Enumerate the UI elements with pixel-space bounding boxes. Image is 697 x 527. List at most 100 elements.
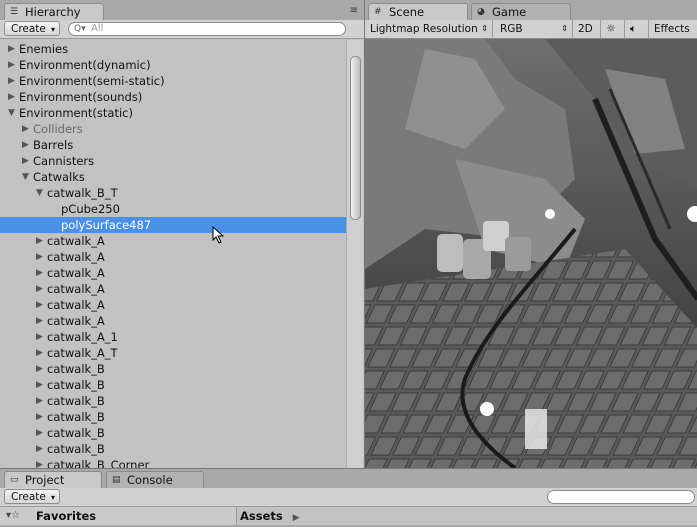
tab-scene[interactable]: # Scene	[368, 3, 468, 20]
hierarchy-tabstrip: ☰ Hierarchy ≡	[0, 0, 364, 21]
tree-item-label: Environment(semi-static)	[19, 74, 165, 88]
tree-item[interactable]: ▶ catwalk_B	[0, 425, 346, 441]
collapse-arrow-icon[interactable]: ▶	[36, 313, 46, 329]
tree-item[interactable]: ▶ catwalk_B	[0, 409, 346, 425]
tree-item[interactable]: ▶ Enemies	[0, 41, 346, 57]
tree-item-label: catwalk_B	[47, 378, 105, 392]
tree-item-label: Enemies	[19, 42, 69, 56]
collapse-arrow-icon[interactable]: ▶	[36, 265, 46, 281]
collapse-arrow-icon[interactable]: ▶	[36, 249, 46, 265]
tab-project[interactable]: ▭ Project	[4, 471, 102, 488]
scene-viewport[interactable]	[365, 39, 697, 468]
tree-item-label: pCube250	[61, 202, 120, 216]
tree-item[interactable]: ▼ catwalk_B_T	[0, 185, 346, 201]
tree-item[interactable]: ▼ Environment(static)	[0, 105, 346, 121]
pacman-icon: ◕	[477, 7, 485, 17]
tree-item[interactable]: ▶ Colliders	[0, 121, 346, 137]
tree-item[interactable]: ▶ catwalk_A	[0, 233, 346, 249]
scene-tabstrip: # Scene ◕ Game	[365, 0, 697, 21]
color-mode-dropdown[interactable]: RGB ⇕	[495, 20, 573, 38]
collapse-arrow-icon[interactable]: ▶	[36, 441, 46, 457]
tree-item-label: catwalk_B	[47, 442, 105, 456]
tree-item-label: Catwalks	[33, 170, 85, 184]
collapse-arrow-icon[interactable]: ▶	[8, 73, 18, 89]
render-mode-dropdown[interactable]: Lightmap Resolution ⇕	[365, 20, 493, 38]
tree-item[interactable]: ▶ Cannisters	[0, 153, 346, 169]
expand-arrow-icon[interactable]: ▼	[22, 169, 32, 185]
tab-scene-label: Scene	[389, 5, 425, 19]
tree-item[interactable]: ▶ Barrels	[0, 137, 346, 153]
tree-item[interactable]: ▶ catwalk_A_T	[0, 345, 346, 361]
tree-item-label: catwalk_A	[47, 250, 105, 264]
tree-item[interactable]: ▶ catwalk_A	[0, 281, 346, 297]
effects-button[interactable]: Effects	[649, 20, 697, 38]
tree-item-label: Cannisters	[33, 154, 95, 168]
tree-item-label: catwalk_A_1	[47, 330, 118, 344]
tree-item[interactable]: ▶ Environment(sounds)	[0, 89, 346, 105]
project-content: ▾☆ Favorites Assets ▶	[0, 507, 697, 525]
tree-item-label: catwalk_A	[47, 234, 105, 248]
collapse-arrow-icon[interactable]: ▶	[22, 121, 32, 137]
scene-panel: # Scene ◕ Game Lightmap Resolution ⇕ RGB…	[364, 0, 697, 468]
tab-console[interactable]: ▤ Console	[106, 471, 204, 488]
project-create-button[interactable]: Create	[4, 489, 60, 505]
project-search-input[interactable]	[547, 490, 695, 504]
tree-item[interactable]: ▶ catwalk_B	[0, 393, 346, 409]
tree-item[interactable]: ▶ catwalk_B	[0, 441, 346, 457]
collapse-arrow-icon[interactable]: ▶	[36, 393, 46, 409]
menu-icon[interactable]: ≡	[350, 5, 358, 16]
toggle-2d-button[interactable]: 2D	[573, 20, 601, 38]
tree-item[interactable]: ▶ catwalk_B	[0, 361, 346, 377]
collapse-arrow-icon[interactable]: ▶	[36, 409, 46, 425]
tree-item[interactable]: ▶ Environment(semi-static)	[0, 73, 346, 89]
tab-game[interactable]: ◕ Game	[471, 3, 571, 20]
collapse-arrow-icon[interactable]: ▶	[8, 41, 18, 57]
collapse-arrow-icon[interactable]: ▶	[36, 377, 46, 393]
tree-item-label: Environment(static)	[19, 106, 133, 120]
collapse-arrow-icon[interactable]: ▶	[36, 425, 46, 441]
scene-render	[365, 39, 697, 468]
tab-hierarchy-label: Hierarchy	[25, 5, 81, 19]
render-mode-label: Lightmap Resolution	[370, 23, 478, 35]
tab-hierarchy[interactable]: ☰ Hierarchy	[4, 3, 104, 20]
console-icon: ▤	[112, 475, 121, 485]
scrollbar-thumb[interactable]	[350, 56, 361, 220]
project-tabstrip: ▭ Project ▤ Console	[0, 469, 697, 489]
scene-toolbar: Lightmap Resolution ⇕ RGB ⇕ 2D ☼ 🔈︎ Effe…	[365, 20, 697, 39]
tree-item[interactable]: ▶ catwalk_B_Corner	[0, 457, 346, 468]
collapse-arrow-icon[interactable]: ▶	[36, 297, 46, 313]
tree-item-label: catwalk_A	[47, 314, 105, 328]
tree-item[interactable]: ▶ catwalk_A	[0, 265, 346, 281]
tree-item[interactable]: ▼ Catwalks	[0, 169, 346, 185]
favorites-header[interactable]: ▾☆ Favorites	[0, 507, 237, 525]
tree-item[interactable]: ▶ catwalk_A	[0, 297, 346, 313]
search-input[interactable]: Q▾ All	[68, 22, 346, 36]
collapse-arrow-icon[interactable]: ▶	[8, 57, 18, 73]
collapse-arrow-icon[interactable]: ▶	[36, 281, 46, 297]
tree-item[interactable]: pCube250	[0, 201, 346, 217]
collapse-arrow-icon[interactable]: ▶	[36, 361, 46, 377]
tree-item-selected[interactable]: polySurface487	[0, 217, 346, 233]
collapse-arrow-icon[interactable]: ▶	[36, 457, 46, 468]
collapse-arrow-icon[interactable]: ▶	[22, 137, 32, 153]
collapse-arrow-icon[interactable]: ▶	[36, 233, 46, 249]
tree-item[interactable]: ▶ catwalk_A	[0, 249, 346, 265]
collapse-arrow-icon[interactable]: ▶	[22, 153, 32, 169]
tree-item[interactable]: ▶ catwalk_B	[0, 377, 346, 393]
tree-item[interactable]: ▶ catwalk_A_1	[0, 329, 346, 345]
sun-icon[interactable]: ☼	[601, 20, 625, 38]
tab-game-label: Game	[492, 5, 527, 19]
tree-item[interactable]: ▶ Environment(dynamic)	[0, 57, 346, 73]
create-button[interactable]: Create	[4, 21, 60, 37]
collapse-arrow-icon[interactable]: ▶	[36, 345, 46, 361]
collapse-arrow-icon[interactable]: ▶	[8, 89, 18, 105]
expand-arrow-icon[interactable]: ▼	[36, 185, 46, 201]
tree-item-label: catwalk_B	[47, 410, 105, 424]
assets-breadcrumb[interactable]: Assets ▶	[240, 507, 300, 525]
speaker-icon[interactable]: 🔈︎	[625, 20, 649, 38]
vertical-scrollbar[interactable]	[346, 40, 363, 468]
search-placeholder: All	[91, 23, 104, 34]
expand-arrow-icon[interactable]: ▼	[8, 105, 18, 121]
tree-item[interactable]: ▶ catwalk_A	[0, 313, 346, 329]
collapse-arrow-icon[interactable]: ▶	[36, 329, 46, 345]
